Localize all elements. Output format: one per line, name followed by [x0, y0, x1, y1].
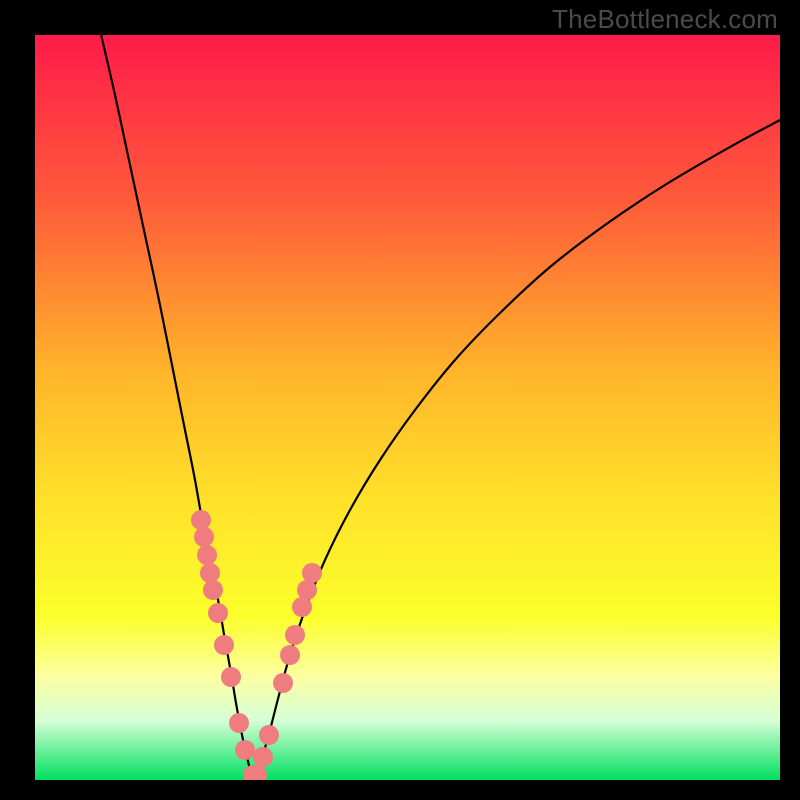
- frame: TheBottleneck.com: [0, 0, 800, 800]
- data-marker: [235, 740, 255, 760]
- data-marker: [229, 713, 249, 733]
- data-marker: [208, 603, 228, 623]
- data-marker: [194, 527, 214, 547]
- data-marker: [273, 673, 293, 693]
- data-marker: [297, 580, 317, 600]
- chart-background: [35, 35, 780, 780]
- chart-svg: [35, 35, 780, 780]
- data-marker: [280, 645, 300, 665]
- data-marker: [200, 563, 220, 583]
- data-marker: [197, 545, 217, 565]
- chart-plot-area: [35, 35, 780, 780]
- data-marker: [191, 510, 211, 530]
- watermark-text: TheBottleneck.com: [552, 4, 778, 35]
- data-marker: [259, 725, 279, 745]
- data-marker: [253, 747, 273, 767]
- data-marker: [292, 597, 312, 617]
- data-marker: [302, 563, 322, 583]
- data-marker: [203, 580, 223, 600]
- data-marker: [214, 635, 234, 655]
- data-marker: [285, 625, 305, 645]
- data-marker: [221, 667, 241, 687]
